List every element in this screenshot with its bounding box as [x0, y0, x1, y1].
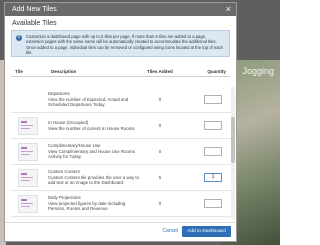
tile-thumbnail	[11, 114, 44, 138]
dialog-title: Add New Tiles	[12, 6, 57, 13]
info-text: Customize a dashboard page with up to 6 …	[26, 34, 223, 56]
section-title: Available Tiles	[12, 20, 57, 27]
cancel-button[interactable]: Cancel	[162, 228, 178, 234]
tile-description: Departures View the number of Expected, …	[48, 91, 129, 108]
tile-thumbnail	[11, 166, 44, 190]
quantity-input[interactable]	[204, 199, 222, 208]
tile-thumbnail	[11, 88, 44, 112]
tile-preview-image	[17, 194, 38, 213]
column-header-description: Description	[51, 69, 77, 74]
quantity-input[interactable]	[204, 147, 222, 156]
quantity-cell	[180, 147, 228, 156]
table-row: Complimentary/House Use View Complimenta…	[11, 139, 232, 165]
quantity-cell	[180, 95, 228, 104]
tiles-added-count: 0	[158, 149, 162, 154]
quantity-cell: 1	[180, 173, 228, 182]
tiles-added-count: 0	[158, 97, 162, 102]
tiles-added-count: 5	[158, 175, 162, 180]
tile-thumbnail	[11, 192, 44, 216]
tiles-added-count: 0	[158, 201, 162, 206]
quantity-input[interactable]: 1	[204, 173, 222, 182]
background-tile-label: Jogging	[242, 66, 274, 76]
table-header: Tile Description Tiles Added Quantity	[11, 63, 230, 77]
table-scrollbar[interactable]	[231, 87, 235, 219]
tiles-table-body: Departures View the number of Expected, …	[11, 87, 232, 219]
dialog-header: Add New Tiles ×	[5, 3, 236, 16]
table-row: Daily Projections View projected figures…	[11, 191, 232, 217]
dialog-footer: Cancel Add to Dashboard	[5, 222, 236, 241]
tile-description: Custom Content Custom Content tile provi…	[48, 169, 140, 186]
add-new-tiles-dialog: Add New Tiles × Available Tiles i Custom…	[4, 2, 237, 242]
quantity-cell	[180, 121, 228, 130]
info-icon: i	[16, 35, 22, 41]
tile-description: Daily Projections View projected figures…	[48, 195, 126, 212]
info-banner: i Customize a dashboard page with up to …	[11, 30, 230, 57]
scrollbar-thumb[interactable]	[231, 117, 235, 163]
quantity-input[interactable]	[204, 95, 222, 104]
tile-preview-image	[17, 142, 38, 161]
column-header-tile: Tile	[15, 69, 23, 74]
table-row: In House (Occupied) View the number of c…	[11, 113, 232, 139]
quantity-input[interactable]	[204, 121, 222, 130]
tile-preview-image	[17, 116, 38, 135]
table-row: Custom Content Custom Content tile provi…	[11, 165, 232, 191]
add-to-dashboard-button[interactable]: Add to Dashboard	[182, 226, 231, 237]
close-icon[interactable]: ×	[226, 3, 231, 16]
tile-description: Complimentary/House Use View Complimenta…	[48, 143, 135, 160]
column-header-tiles-added: Tiles Added	[147, 69, 173, 74]
column-header-quantity: Quantity	[207, 69, 226, 74]
tile-description: In House (Occupied) View the number of c…	[48, 119, 135, 131]
quantity-cell	[180, 199, 228, 208]
tile-thumbnail	[11, 140, 44, 164]
tiles-added-count: 0	[158, 123, 162, 128]
tile-preview-image	[17, 168, 38, 187]
table-row: Departures View the number of Expected, …	[11, 87, 232, 113]
